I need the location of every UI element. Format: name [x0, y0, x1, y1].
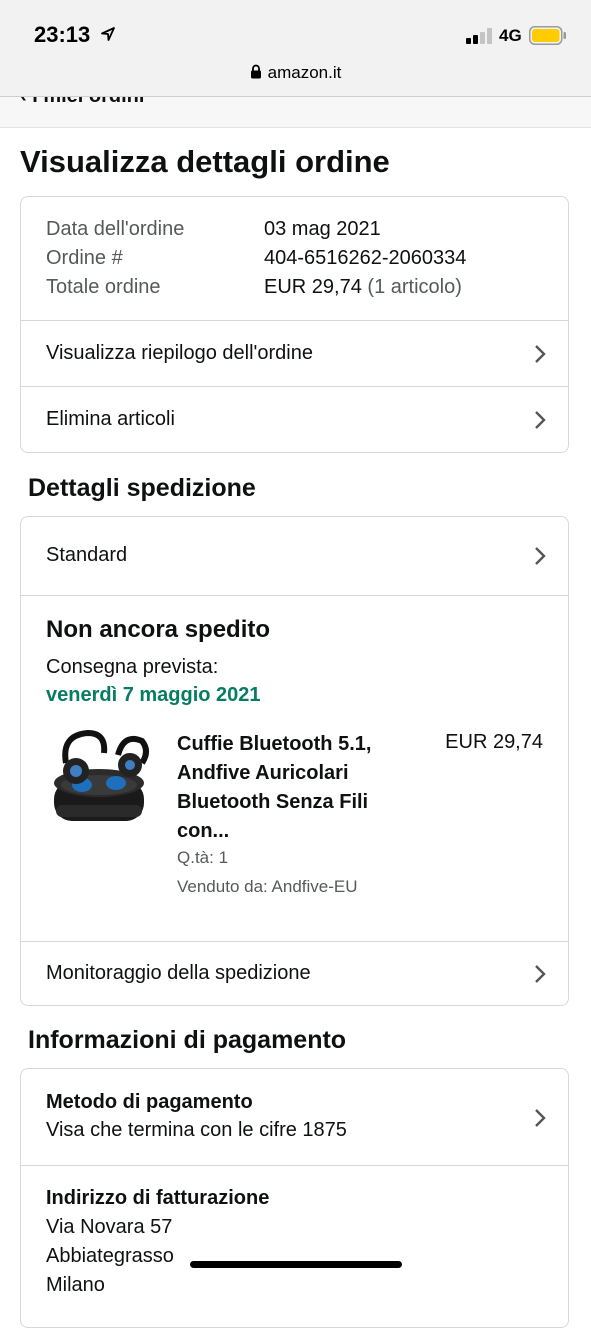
chevron-right-icon [535, 411, 546, 429]
lock-icon [250, 64, 261, 79]
chevron-right-icon [535, 547, 546, 565]
product-title-link[interactable]: Cuffie Bluetooth 5.1, Andfive Auricolari… [177, 730, 407, 846]
delete-items-link[interactable]: Elimina articoli [21, 386, 568, 452]
status-time: 23:13 [34, 22, 91, 47]
order-number-label: Ordine # [46, 247, 123, 269]
url-text: amazon.it [267, 63, 342, 82]
product-seller: Venduto da: Andfive-EU [177, 877, 358, 896]
product-title-line: con... [177, 820, 230, 842]
shipment-status: Non ancora spedito [46, 616, 271, 643]
location-arrow-icon [101, 27, 115, 41]
back-navigation[interactable]: ‹ I miei ordini [0, 96, 591, 128]
cellular-signal-icon [466, 28, 492, 44]
view-order-summary-label: Visualizza riepilogo dell'ordine [46, 342, 313, 364]
shipping-method-link[interactable]: Standard [21, 517, 568, 595]
billing-address: Indirizzo di fatturazione Via Novara 57 … [21, 1165, 568, 1325]
order-number-value: 404-6516262-2060334 [264, 247, 467, 269]
product-title-line: Cuffie Bluetooth 5.1, [177, 733, 372, 755]
order-date-row: Data dell'ordine [46, 218, 184, 241]
chevron-right-icon [535, 1109, 546, 1127]
delivery-date: venerdì 7 maggio 2021 [46, 684, 261, 706]
network-type: 4G [499, 26, 522, 45]
payment-heading: Informazioni di pagamento [28, 1026, 347, 1054]
chevron-right-icon [535, 965, 546, 983]
billing-address-line: Via Novara 57 [46, 1216, 173, 1238]
order-total-row: EUR 29,74 (1 articolo) [264, 276, 462, 299]
order-total-value: EUR 29,74 [264, 276, 362, 298]
order-date-label: Data dell'ordine [46, 218, 185, 240]
back-link-label: I miei ordini [32, 96, 145, 107]
delivery-label: Consegna prevista: [46, 656, 219, 678]
product-image[interactable] [46, 723, 156, 833]
payment-card: Metodo di pagamento Visa che termina con… [20, 1068, 569, 1328]
shipping-heading: Dettagli spedizione [28, 474, 256, 502]
payment-method-value: Visa che termina con le cifre 1875 [46, 1119, 347, 1141]
order-summary-card: Data dell'ordine 03 mag 2021 Ordine # 40… [20, 196, 569, 453]
track-shipment-label: Monitoraggio della spedizione [46, 962, 311, 984]
page-title: Visualizza dettagli ordine [20, 144, 390, 179]
shipping-card: Standard Non ancora spedito Consegna pre… [20, 516, 569, 1006]
order-date-value: 03 mag 2021 [264, 218, 381, 240]
order-item-count: (1 articolo) [367, 276, 462, 298]
chevron-right-icon [535, 345, 546, 363]
status-bar: 23:13 4G amazon.it [0, 0, 591, 96]
billing-address-label: Indirizzo di fatturazione [46, 1187, 270, 1209]
view-order-summary-link[interactable]: Visualizza riepilogo dell'ordine [21, 320, 568, 386]
shipping-method-label: Standard [46, 544, 128, 566]
billing-address-line: Milano [46, 1274, 105, 1296]
battery-icon [529, 26, 566, 45]
payment-method-label: Metodo di pagamento [46, 1091, 253, 1113]
shipment-details: Non ancora spedito Consegna prevista: ve… [21, 595, 568, 941]
product-title-line: Andfive Auricolari [177, 762, 349, 784]
track-shipment-link[interactable]: Monitoraggio della spedizione [21, 941, 568, 1005]
back-link[interactable]: ‹ I miei ordini [20, 96, 145, 108]
delete-items-label: Elimina articoli [46, 408, 175, 430]
product-price: EUR 29,74 [445, 731, 543, 753]
order-total-label: Totale ordine [46, 276, 161, 298]
billing-address-line: Abbiategrasso [46, 1245, 174, 1267]
product-quantity: Q.tà: 1 [177, 848, 229, 867]
home-indicator[interactable] [190, 1261, 402, 1268]
address-bar[interactable]: amazon.it [0, 63, 591, 83]
payment-method-link[interactable]: Metodo di pagamento Visa che termina con… [21, 1069, 568, 1165]
product-title-line: Bluetooth Senza Fili [177, 791, 369, 813]
